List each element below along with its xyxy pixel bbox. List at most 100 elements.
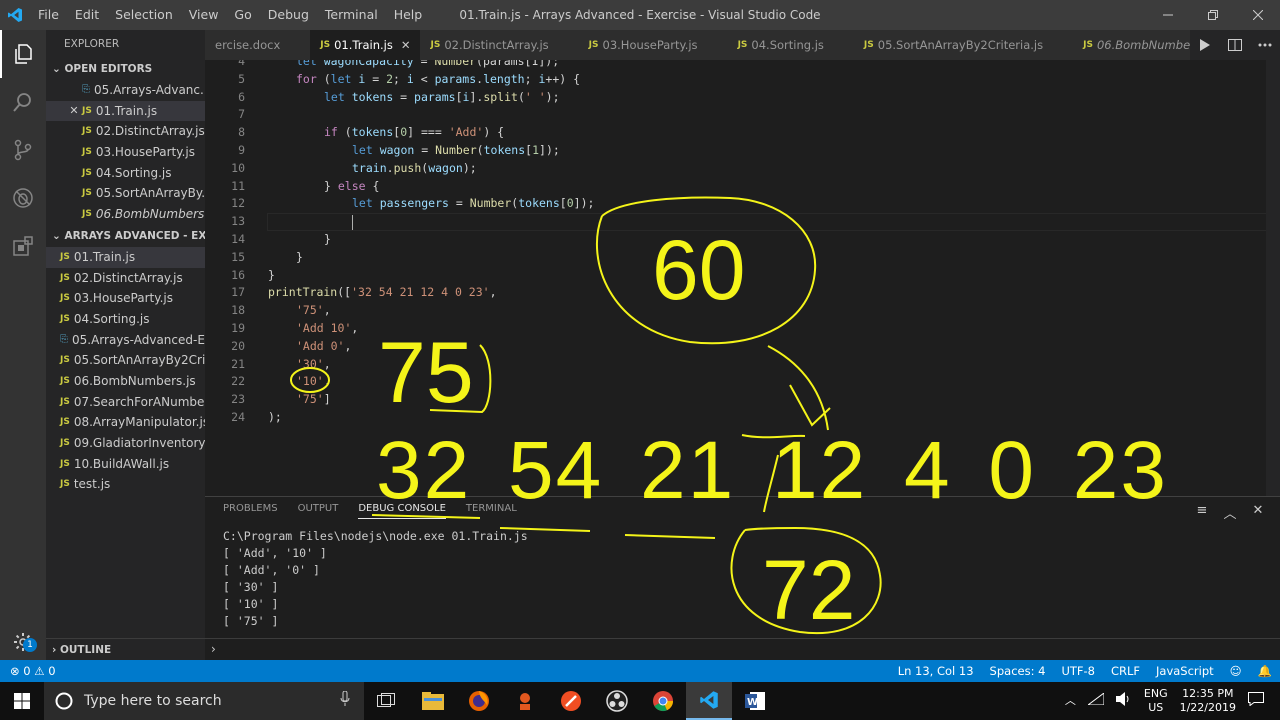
file-item[interactable]: ✕ JS 01.Train.js <box>46 100 205 122</box>
problems-status[interactable]: ⊗ 0 ⚠ 0 <box>10 660 56 682</box>
file-item[interactable]: JS test.js <box>46 474 205 495</box>
task-view-icon[interactable] <box>364 682 410 720</box>
cursor-position[interactable]: Ln 13, Col 13 <box>898 664 974 678</box>
code-line[interactable]: 6 let tokens = params[i].split(' '); <box>205 89 1265 107</box>
split-editor-icon[interactable] <box>1220 30 1250 60</box>
search-icon[interactable] <box>0 78 46 126</box>
editor-tab[interactable]: JS 04.Sorting.js <box>727 30 854 60</box>
code-token: , <box>323 374 331 389</box>
file-item[interactable]: JS 02.DistinctArray.js <box>46 121 205 142</box>
microphone-icon[interactable] <box>340 690 350 711</box>
menu-go[interactable]: Go <box>226 0 259 30</box>
open-editors-header[interactable]: ⌄ OPEN EDITORS <box>46 58 205 80</box>
manage-gear-icon[interactable]: 1 <box>0 624 46 660</box>
menu-edit[interactable]: Edit <box>67 0 107 30</box>
file-item[interactable]: JS 04.Sorting.js <box>46 309 205 330</box>
line-ending[interactable]: CRLF <box>1111 664 1140 678</box>
menu-help[interactable]: Help <box>386 0 431 30</box>
file-item[interactable]: ⎘ 05.Arrays-Advanc... <box>46 80 205 101</box>
close-window-button[interactable] <box>1235 0 1280 30</box>
tab-problems[interactable]: PROBLEMS <box>223 503 278 519</box>
file-item[interactable]: JS 05.SortAnArrayBy... <box>46 183 205 204</box>
console-input[interactable]: › <box>205 638 1280 660</box>
tray-chevron-icon[interactable]: ︿ <box>1065 694 1076 708</box>
restore-button[interactable] <box>1190 0 1235 30</box>
explorer-icon[interactable] <box>0 30 46 78</box>
taskbar-search-input[interactable]: Type here to search <box>44 682 364 720</box>
close-editor-icon[interactable]: ✕ <box>66 101 82 122</box>
code-line[interactable]: 23 '75'] <box>205 391 1265 409</box>
run-icon[interactable] <box>1190 30 1220 60</box>
menu-file[interactable]: File <box>30 0 67 30</box>
notifications-bell-icon[interactable]: 🔔 <box>1258 664 1272 678</box>
clock[interactable]: 12:35 PM 1/22/2019 <box>1180 687 1236 715</box>
code-line[interactable]: 10 train.push(wagon); <box>205 160 1265 178</box>
vscode-taskbar-icon[interactable] <box>686 682 732 720</box>
file-explorer-icon[interactable] <box>410 682 456 720</box>
code-line[interactable]: 20 'Add 0', <box>205 338 1265 356</box>
menu-terminal[interactable]: Terminal <box>317 0 386 30</box>
extensions-icon[interactable] <box>0 222 46 270</box>
code-line[interactable]: 19 'Add 10', <box>205 320 1265 338</box>
obs-studio-icon[interactable] <box>594 682 640 720</box>
obs-recorder-icon[interactable] <box>502 682 548 720</box>
close-tab-icon[interactable]: ✕ <box>401 30 411 60</box>
input-language[interactable]: ENG US <box>1144 687 1168 715</box>
network-icon[interactable] <box>1086 692 1105 709</box>
pencil-app-icon[interactable] <box>548 682 594 720</box>
code-line[interactable]: 11} else { <box>205 178 1265 196</box>
outline-header[interactable]: › OUTLINE <box>46 638 205 660</box>
file-item[interactable]: JS 05.SortAnArrayBy2Cri... <box>46 350 205 371</box>
volume-icon[interactable] <box>1115 692 1132 710</box>
file-item[interactable]: JS 02.DistinctArray.js <box>46 268 205 289</box>
debug-icon[interactable] <box>0 174 46 222</box>
chrome-icon[interactable] <box>640 682 686 720</box>
editor-tab[interactable]: JS 02.DistinctArray.js <box>420 30 579 60</box>
file-item[interactable]: JS 07.SearchForANumbe... <box>46 392 205 413</box>
feedback-smiley-icon[interactable]: ☺ <box>1230 664 1242 678</box>
action-center-icon[interactable] <box>1248 692 1264 710</box>
code-token: ([ <box>337 285 352 300</box>
code-line[interactable]: 7 <box>205 106 1265 124</box>
file-item[interactable]: JS 10.BuildAWall.js <box>46 454 205 475</box>
maximize-panel-icon[interactable]: ︿ <box>1216 503 1244 522</box>
menu-debug[interactable]: Debug <box>260 0 317 30</box>
firefox-icon[interactable] <box>456 682 502 720</box>
file-item[interactable]: JS 08.ArrayManipulator.js <box>46 412 205 433</box>
file-item[interactable]: ⎘ 05.Arrays-Advanced-E... <box>46 330 205 351</box>
encoding[interactable]: UTF-8 <box>1061 664 1095 678</box>
file-item[interactable]: JS 03.HouseParty.js <box>46 142 205 163</box>
file-item[interactable]: JS 01.Train.js <box>46 246 205 268</box>
file-item[interactable]: JS 03.HouseParty.js <box>46 288 205 309</box>
file-item[interactable]: JS06.BombNumbers.js <box>46 371 205 392</box>
file-item[interactable]: JS 09.GladiatorInventory.js <box>46 433 205 454</box>
file-item[interactable]: JS 04.Sorting.js <box>46 163 205 184</box>
code-line[interactable]: 9 let wagon = Number(tokens[1]); <box>205 142 1265 160</box>
word-icon[interactable]: W <box>732 682 778 720</box>
more-actions-icon[interactable] <box>1250 30 1280 60</box>
editor-tab[interactable]: ercise.docx <box>205 30 311 60</box>
file-item[interactable]: JS06.BombNumbers.js <box>46 204 205 225</box>
editor-scrollbar[interactable] <box>1266 60 1280 496</box>
editor-tab[interactable]: JS 01.Train.js ✕ <box>310 30 421 60</box>
tab-output[interactable]: OUTPUT <box>298 503 339 519</box>
windows-start-icon[interactable] <box>0 682 44 720</box>
clear-console-icon[interactable]: ≡ <box>1188 503 1216 522</box>
language-mode[interactable]: JavaScript <box>1156 664 1214 678</box>
code-line[interactable]: 12 let passengers = Number(tokens[0]); <box>205 195 1265 213</box>
indentation[interactable]: Spaces: 4 <box>990 664 1046 678</box>
code-line[interactable]: 21 '30', <box>205 356 1265 374</box>
editor-tab[interactable]: JS 05.SortAnArrayBy2Criteria.js <box>853 30 1074 60</box>
code-line[interactable]: 5 for (let i = 2; i < params.length; i++)… <box>205 71 1265 89</box>
editor-tab[interactable]: JS 03.HouseParty.js <box>578 30 728 60</box>
minimize-button[interactable] <box>1145 0 1190 30</box>
code-line[interactable]: 22 '10', <box>205 373 1265 391</box>
source-control-icon[interactable] <box>0 126 46 174</box>
code-text: } <box>324 231 331 249</box>
code-line[interactable]: 4 let wagonCapacity = Number(params[1]); <box>205 60 1265 71</box>
menu-selection[interactable]: Selection <box>107 0 181 30</box>
folder-header[interactable]: ⌄ ARRAYS ADVANCED - EXE... <box>46 225 205 247</box>
code-line[interactable]: 8 if (tokens[0] === 'Add') { <box>205 124 1265 142</box>
menu-view[interactable]: View <box>181 0 227 30</box>
close-panel-icon[interactable]: ✕ <box>1244 503 1272 522</box>
